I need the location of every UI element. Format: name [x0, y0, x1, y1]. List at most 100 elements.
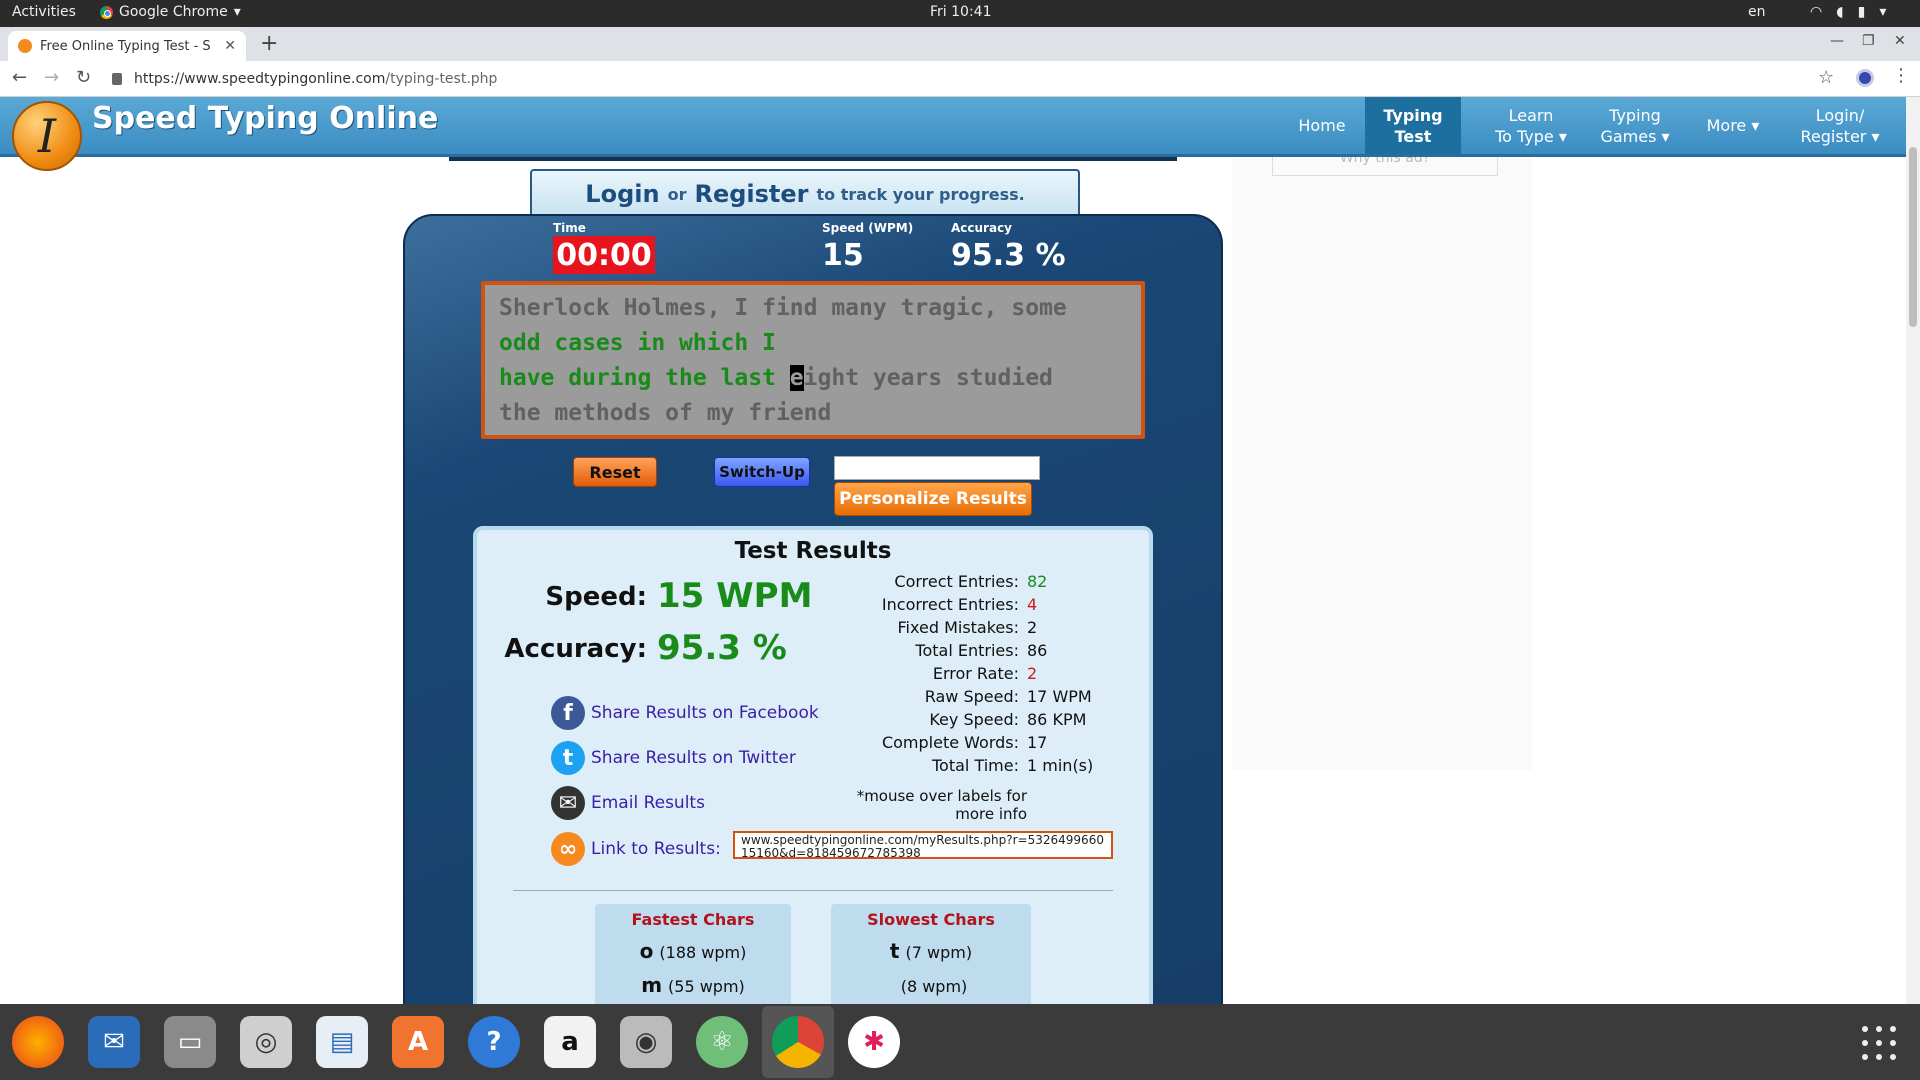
tab-strip: Free Online Typing Test - S ✕ + — ❐ ✕: [0, 27, 1920, 61]
stat-key: Fixed Mistakes:: [897, 618, 1019, 637]
stat-key: Correct Entries:: [894, 572, 1019, 591]
rhythmbox-icon[interactable]: ◎: [240, 1016, 292, 1068]
nav-learn-to-type[interactable]: Learn To Type ▾: [1476, 97, 1586, 154]
grid-dot: [1862, 1054, 1868, 1060]
char-wpm: (188 wpm): [659, 943, 747, 962]
stat-row[interactable]: Incorrect Entries: 4: [847, 595, 1147, 618]
back-icon[interactable]: ←: [12, 67, 27, 88]
stat-row[interactable]: Total Entries: 86: [847, 641, 1147, 664]
accuracy-label: Accuracy: [951, 221, 1013, 235]
browser-tab[interactable]: Free Online Typing Test - S ✕: [8, 31, 246, 61]
email-results-link[interactable]: ✉ Email Results: [551, 786, 705, 820]
share-twitter-link[interactable]: t Share Results on Twitter: [551, 741, 796, 775]
share-facebook-link[interactable]: f Share Results on Facebook: [551, 696, 819, 730]
login-banner: Login or Register to track your progress…: [530, 169, 1080, 217]
amazon-icon[interactable]: a: [544, 1016, 596, 1068]
stat-value: 1 min(s): [1027, 756, 1094, 775]
close-tab-icon[interactable]: ✕: [224, 38, 236, 54]
slack-icon[interactable]: ✱: [848, 1016, 900, 1068]
scrollbar-thumb[interactable]: [1909, 147, 1917, 327]
software-center-icon[interactable]: A: [392, 1016, 444, 1068]
slowest-chars-box: Slowest Chars t (7 wpm) (8 wpm): [831, 904, 1031, 1004]
grid-dot: [1862, 1026, 1868, 1032]
thunderbird-icon[interactable]: ✉: [88, 1016, 140, 1068]
text-line-4: the methods of my friend: [499, 400, 832, 426]
timer-display: 00:00: [553, 236, 655, 274]
nav-login-line1: Login/: [1815, 105, 1865, 125]
speed-label: Speed (WPM): [822, 221, 914, 235]
email-results-label: Email Results: [591, 793, 705, 813]
nav-learn-line2-text: To Type: [1495, 126, 1554, 146]
stat-row[interactable]: Raw Speed: 17 WPM: [847, 687, 1147, 710]
results-divider: [513, 890, 1113, 891]
battery-icon: ▮: [1857, 4, 1866, 20]
speed-value: 15: [822, 238, 864, 273]
firefox-icon[interactable]: [12, 1016, 64, 1068]
switch-up-button[interactable]: Switch-Up: [714, 457, 810, 487]
nav-more[interactable]: More ▾: [1698, 97, 1768, 154]
stat-value: 86 KPM: [1027, 710, 1087, 729]
register-link[interactable]: Register: [694, 180, 808, 208]
reload-icon[interactable]: ↻: [76, 67, 91, 88]
stat-row[interactable]: Fixed Mistakes: 2: [847, 618, 1147, 641]
grid-dot: [1890, 1026, 1896, 1032]
facebook-icon: f: [551, 696, 585, 730]
minimize-icon[interactable]: —: [1830, 33, 1844, 49]
nav-typing-games[interactable]: Typing Games ▾: [1590, 97, 1680, 154]
nav-login-register[interactable]: Login/ Register ▾: [1790, 97, 1890, 154]
new-tab-button[interactable]: +: [260, 31, 278, 56]
personalize-results-button[interactable]: Personalize Results: [834, 482, 1032, 516]
url-path: /typing-test.php: [385, 71, 498, 87]
atom-icon[interactable]: ⚛: [696, 1016, 748, 1068]
nav-typing-test[interactable]: Typing Test: [1365, 97, 1461, 154]
close-window-icon[interactable]: ✕: [1894, 33, 1906, 49]
stat-row[interactable]: Key Speed: 86 KPM: [847, 710, 1147, 733]
menu-kebab-icon[interactable]: ⋮: [1892, 65, 1910, 86]
forward-icon[interactable]: →: [44, 67, 59, 88]
restore-icon[interactable]: ❐: [1862, 33, 1875, 49]
grid-dot: [1876, 1054, 1882, 1060]
address-bar[interactable]: https://www.speedtypingonline.com/typing…: [112, 65, 1812, 93]
stat-key: Total Time:: [932, 756, 1019, 775]
accuracy-value: 95.3 %: [951, 238, 1066, 273]
stat-key: Complete Words:: [881, 733, 1019, 752]
app-menu-label: Google Chrome: [119, 4, 228, 20]
bookmark-star-icon[interactable]: ☆: [1818, 67, 1834, 88]
show-applications-icon[interactable]: [1862, 1026, 1898, 1062]
site-title[interactable]: Speed Typing Online: [92, 101, 438, 136]
stat-row[interactable]: Error Rate: 2: [847, 664, 1147, 687]
site-logo[interactable]: I: [12, 101, 82, 171]
language-indicator[interactable]: en: [1748, 4, 1766, 20]
clock[interactable]: Fri 10:41: [930, 4, 991, 20]
activities-button[interactable]: Activities: [12, 4, 76, 20]
fastest-char-row: m (55 wpm): [595, 973, 791, 997]
char: o: [639, 939, 654, 963]
name-input[interactable]: [834, 456, 1040, 480]
system-tray[interactable]: ◠ ◖ ▮ ▾: [1810, 4, 1886, 20]
app-menu[interactable]: Google Chrome ▾: [100, 4, 241, 20]
results-title: Test Results: [734, 538, 892, 564]
stat-row[interactable]: Complete Words: 17: [847, 733, 1147, 756]
chrome-dock-icon[interactable]: [772, 1016, 824, 1068]
files-icon[interactable]: ▭: [164, 1016, 216, 1068]
typing-text-area[interactable]: Sherlock Holmes, I find many tragic, som…: [481, 281, 1145, 439]
help-icon[interactable]: ?: [468, 1016, 520, 1068]
stat-row[interactable]: Correct Entries: 82: [847, 572, 1147, 595]
results-url-field[interactable]: www.speedtypingonline.com/myResults.php?…: [733, 831, 1113, 859]
extension-icon[interactable]: [1856, 69, 1874, 87]
nav-home[interactable]: Home: [1285, 97, 1359, 154]
document-viewer-icon[interactable]: ▤: [316, 1016, 368, 1068]
nav-login-line2-text: Register: [1800, 126, 1867, 146]
stat-value: 17 WPM: [1027, 687, 1092, 706]
volume-icon: ◖: [1836, 4, 1844, 20]
fastest-char-row: o (188 wpm): [595, 939, 791, 963]
reset-button[interactable]: Reset: [573, 457, 657, 487]
link-to-results[interactable]: ∞ Link to Results:: [551, 832, 721, 866]
login-link[interactable]: Login: [585, 180, 659, 208]
stat-row[interactable]: Total Time: 1 min(s): [847, 756, 1147, 779]
decorative-stripe: [449, 157, 1177, 161]
url-host: https://www.speedtypingonline.com: [134, 71, 386, 87]
camera-icon[interactable]: ◉: [620, 1016, 672, 1068]
caret-down-icon: ▾: [1879, 4, 1887, 20]
page-scrollbar[interactable]: [1906, 97, 1920, 1004]
